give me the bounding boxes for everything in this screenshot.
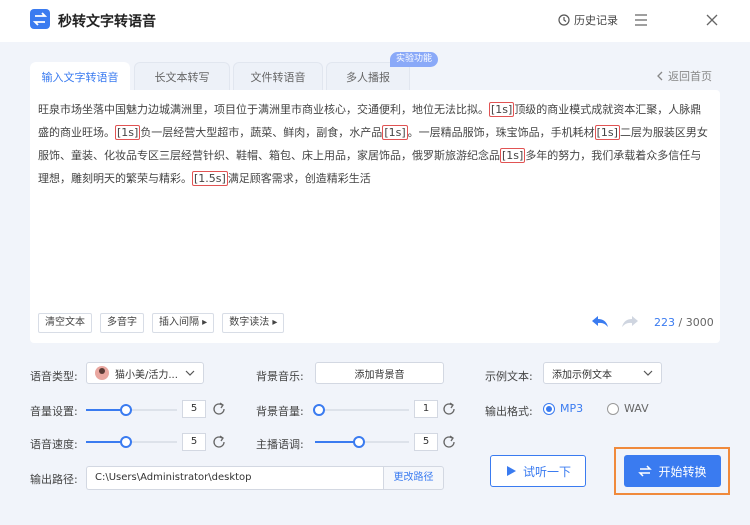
char-count-separator: /	[675, 316, 686, 329]
speed-slider[interactable]	[86, 436, 177, 448]
editor-text[interactable]: 旺泉市场坐落中国魅力边城满洲里，项目位于满洲里市商业核心，交通便利，地位无法比拟…	[38, 98, 712, 190]
voice-type-select[interactable]: 猫小美/活力...	[86, 362, 204, 384]
voice-type-value: 猫小美/活力...	[115, 369, 178, 381]
bg-volume-slider[interactable]	[313, 404, 409, 416]
radio-dot	[607, 402, 619, 415]
format-mp3-radio[interactable]: MP3	[543, 402, 583, 415]
app-title: 秒转文字转语音	[58, 14, 156, 30]
refresh-icon[interactable]	[441, 401, 457, 417]
chevron-left-icon	[657, 71, 663, 81]
bg-music-select[interactable]: 添加背景音	[315, 362, 444, 384]
text-editor[interactable]: 旺泉市场坐落中国魅力边城满洲里，项目位于满洲里市商业核心，交通便利，地位无法比拟…	[30, 90, 720, 343]
text-segment: 旺泉市场坐落中国魅力边城满洲里，项目位于满洲里市商业核心，交通便利，地位无法比拟…	[38, 103, 489, 116]
pause-marker[interactable]: [1s]	[382, 125, 408, 140]
change-path-button[interactable]: 更改路径	[383, 466, 444, 490]
voice-type-label: 语音类型:	[30, 370, 78, 383]
pause-marker[interactable]: [1s]	[500, 148, 526, 163]
format-wav-radio[interactable]: WAV	[607, 402, 649, 415]
clock-icon	[558, 14, 570, 26]
format-mp3-label: MP3	[560, 402, 584, 415]
experimental-badge: 实验功能	[390, 52, 439, 67]
volume-slider[interactable]	[86, 404, 177, 416]
chevron-down-icon	[643, 370, 653, 376]
back-home-link[interactable]: 返回首页	[656, 68, 712, 84]
volume-slider-thumb[interactable]	[120, 404, 132, 416]
sample-text-select[interactable]: 添加示例文本	[543, 362, 662, 384]
refresh-icon[interactable]	[441, 434, 457, 450]
bg-volume-label: 背景音量:	[256, 405, 304, 418]
speed-slider-thumb[interactable]	[120, 436, 132, 448]
history-label: 历史记录	[574, 14, 618, 27]
menu-icon[interactable]	[633, 11, 649, 29]
editor-toolbar: 清空文本 多音字 插入间隔 ▸ 数字读法 ▸	[38, 313, 285, 333]
bg-volume-value[interactable]: 1	[414, 400, 438, 418]
avatar	[95, 366, 109, 380]
tab-text-to-speech[interactable]: 输入文字转语音	[30, 62, 130, 90]
output-path-input[interactable]: C:\Users\Administrator\desktop	[86, 466, 383, 490]
start-conversion-button[interactable]: 开始转换	[624, 455, 721, 487]
speed-label: 语音速度:	[30, 438, 78, 451]
char-count: 223	[654, 316, 675, 329]
format-wav-label: WAV	[624, 402, 649, 415]
refresh-icon[interactable]	[211, 434, 227, 450]
preview-button[interactable]: 试听一下	[490, 455, 586, 487]
bg-music-label: 背景音乐:	[256, 370, 304, 383]
tab-long-text[interactable]: 长文本转写	[134, 62, 230, 90]
redo-icon[interactable]	[620, 315, 640, 332]
pause-marker[interactable]: [1s]	[594, 125, 620, 140]
tab-file-to-speech[interactable]: 文件转语音	[233, 62, 323, 90]
text-segment: 。一层精品服饰，珠宝饰品，手机耗材	[407, 126, 595, 139]
history-button[interactable]: 历史记录	[558, 12, 618, 28]
pause-marker[interactable]: [1s]	[489, 102, 515, 117]
radio-dot	[543, 402, 555, 415]
pause-marker[interactable]: [1s]	[115, 125, 141, 140]
pitch-value[interactable]: 5	[414, 433, 438, 451]
pitch-label: 主播语调:	[256, 438, 304, 451]
text-segment: 负一层经营大型超市，蔬菜、鲜肉，副食，水产品	[140, 126, 383, 139]
play-icon	[506, 466, 516, 476]
convert-icon	[638, 465, 653, 477]
output-path-label: 输出路径:	[30, 473, 78, 486]
speed-value[interactable]: 5	[182, 433, 206, 451]
bg-volume-slider-thumb[interactable]	[313, 404, 325, 416]
back-home-label: 返回首页	[668, 70, 712, 83]
preview-label: 试听一下	[522, 464, 571, 479]
sample-text-value: 添加示例文本	[552, 369, 612, 381]
refresh-icon[interactable]	[211, 401, 227, 417]
bg-music-value: 添加背景音	[354, 369, 405, 381]
text-segment: 满足顾客需求，创造精彩生活	[227, 172, 371, 185]
clear-text-button[interactable]: 清空文本	[38, 313, 92, 333]
title-bar: 秒转文字转语音 历史记录	[0, 0, 750, 42]
pause-marker[interactable]: [1.5s]	[192, 171, 228, 186]
close-icon[interactable]	[703, 11, 721, 29]
volume-value[interactable]: 5	[182, 400, 206, 418]
char-count-max: 3000	[685, 316, 714, 329]
start-label: 开始转换	[658, 464, 707, 479]
polyphone-button[interactable]: 多音字	[100, 313, 144, 333]
char-counter: 223 / 3000	[654, 316, 714, 329]
sample-text-label: 示例文本:	[485, 370, 533, 383]
output-format-label: 输出格式:	[485, 405, 533, 418]
chevron-down-icon	[185, 370, 195, 376]
insert-pause-button[interactable]: 插入间隔 ▸	[152, 313, 215, 333]
pitch-slider-thumb[interactable]	[353, 436, 365, 448]
app-logo-icon	[30, 9, 50, 29]
volume-label: 音量设置:	[30, 405, 78, 418]
pitch-slider[interactable]	[315, 436, 409, 448]
undo-icon[interactable]	[590, 315, 610, 332]
number-reading-button[interactable]: 数字读法 ▸	[222, 313, 285, 333]
